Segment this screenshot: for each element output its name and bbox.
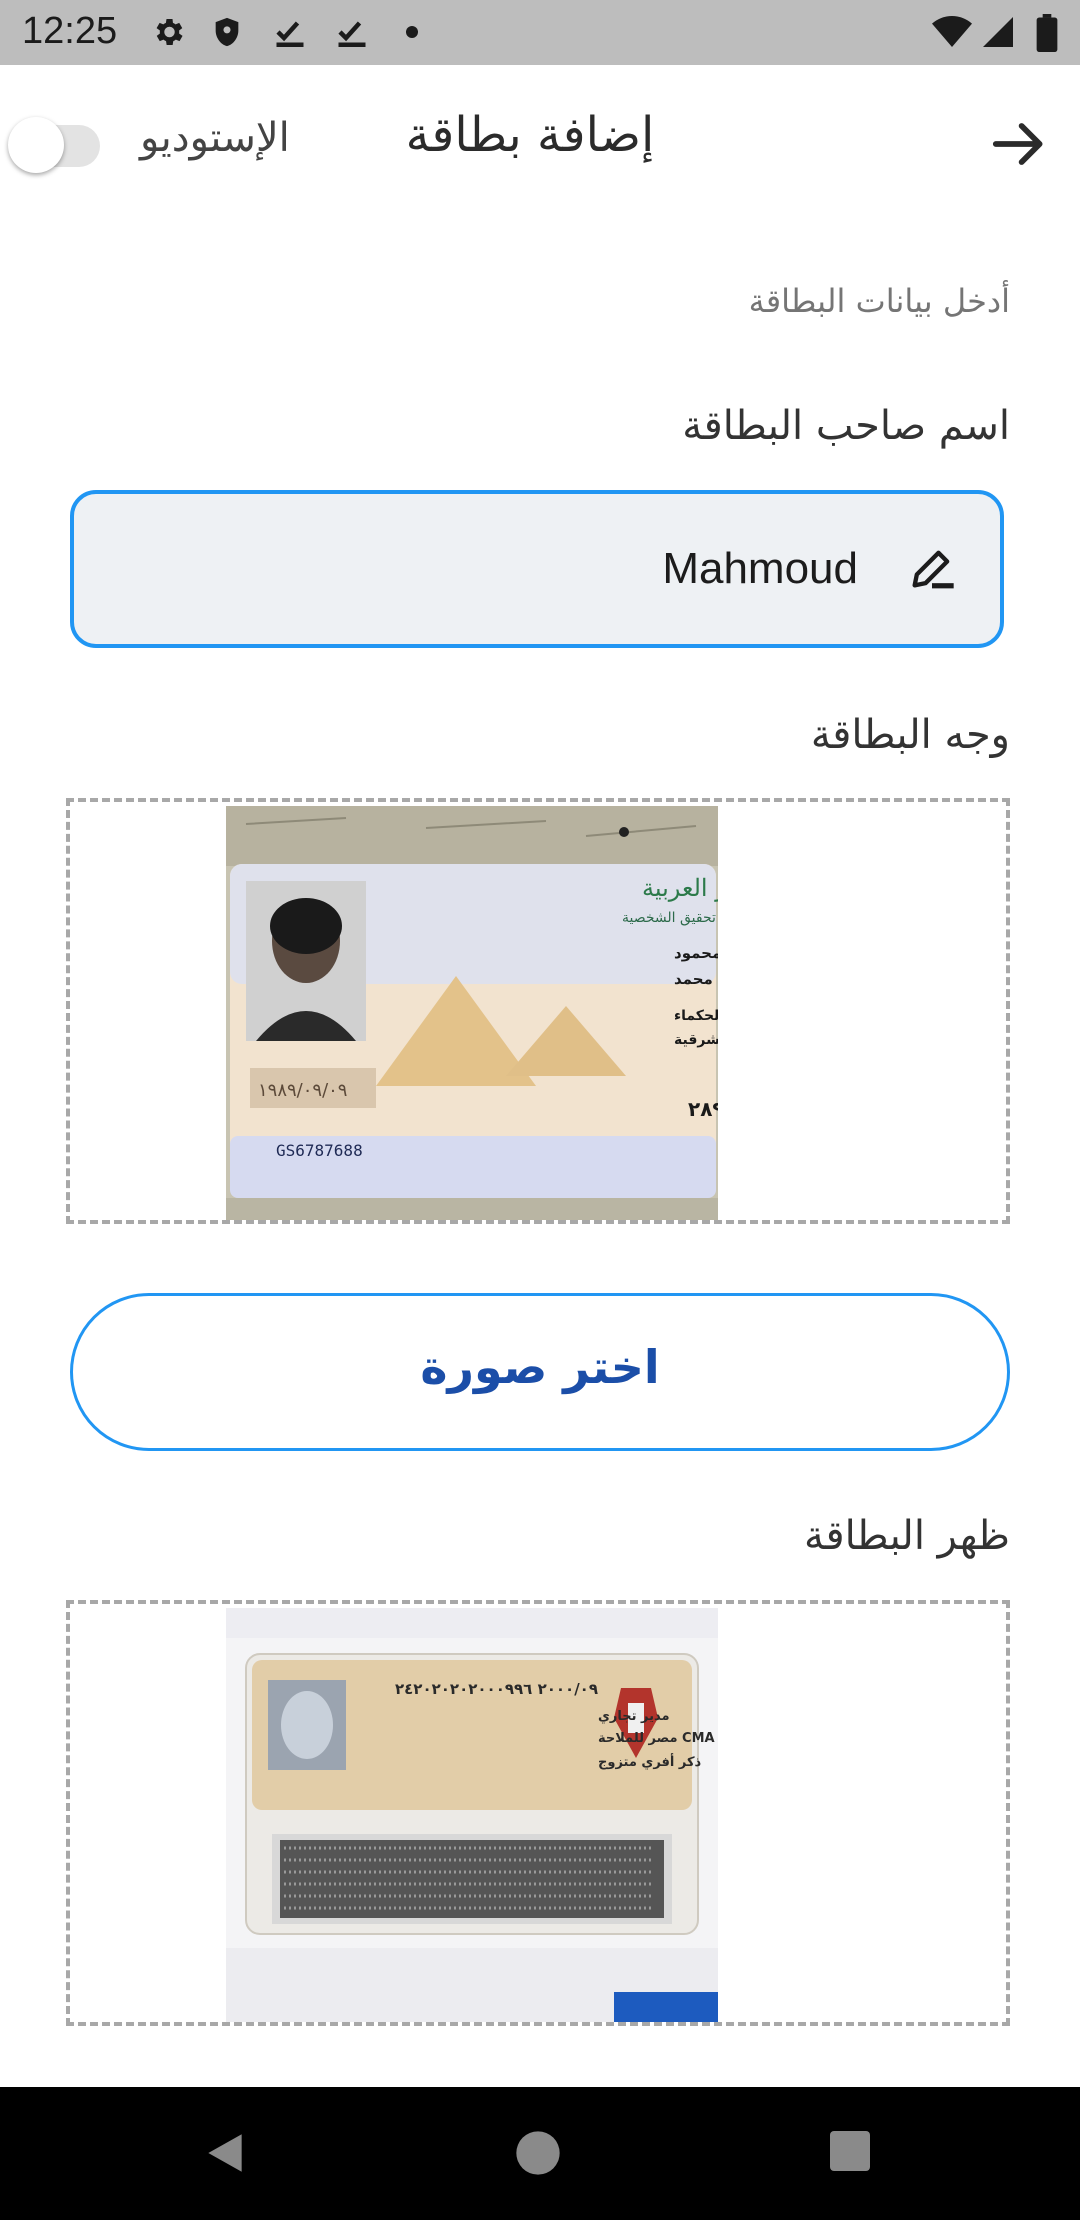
status-time: 12:25 <box>22 10 118 52</box>
back-arrow-icon[interactable] <box>988 113 1050 175</box>
id-back-line-1: مدير تجاري <box>598 1709 670 1724</box>
checklist-icon <box>276 21 304 47</box>
page-title: إضافة بطاقة <box>405 107 655 163</box>
card-back-image: ٢٠٠٠/٠٩ ٢٤٢٠٢٠٢٠٢٠٠٠٩٩٦ مدير تجاري شركة … <box>226 1608 718 2022</box>
id-header-1: جمهورية مصر العربية <box>642 874 718 902</box>
holder-name-label: اسم صاحب البطاقة <box>682 403 1010 449</box>
id-birth-date: ١٩٨٩/٠٩/٠٩ <box>258 1080 347 1101</box>
pick-image-button[interactable]: اختر صورة <box>70 1293 1010 1451</box>
system-nav-bar <box>0 2087 1080 2220</box>
checklist-icon <box>338 21 366 47</box>
card-front-label: وجه البطاقة <box>810 712 1010 758</box>
battery-icon <box>1036 14 1058 52</box>
id-back-numbers: ٢٠٠٠/٠٩ ٢٤٢٠٢٠٢٠٢٠٠٠٩٩٦ <box>395 1680 598 1698</box>
id-number: ٢٨٩٠٩٠٩١٣٠٠٥٩٥ <box>688 1097 718 1121</box>
nav-back-icon[interactable] <box>200 2127 250 2179</box>
id-serial: GS6787688 <box>276 1141 363 1160</box>
pick-image-label: اختر صورة <box>420 1340 660 1394</box>
holder-name-value: Mahmoud <box>662 544 858 593</box>
status-bar: 12:25 <box>0 0 1080 65</box>
nav-home-icon[interactable] <box>512 2127 564 2179</box>
id-back-line-3: ذكر أفري متزوج <box>598 1753 702 1770</box>
toggle-thumb <box>8 117 64 173</box>
form-hint: أدخل بيانات البطاقة <box>748 282 1010 320</box>
holder-name-field[interactable]: Mahmoud <box>70 490 1004 648</box>
nav-recents-icon[interactable] <box>826 2127 874 2175</box>
studio-toggle[interactable] <box>8 117 100 173</box>
edit-pen-icon <box>912 550 954 589</box>
studio-label: الإستوديو <box>140 115 290 161</box>
wifi-icon <box>932 16 972 47</box>
settings-gear-icon <box>156 18 183 46</box>
id-name-2: عصام عبدالعزيز قطب محمد <box>674 970 718 988</box>
signal-icon <box>983 17 1013 47</box>
shield-icon <box>215 17 239 47</box>
id-address-1: ٩ ش عبدالقادر - الحكماء <box>674 1008 718 1024</box>
app-bar: الإستوديو إضافة بطاقة <box>0 65 1080 220</box>
id-address-2: الزقازيق ثان - الشرقية <box>674 1032 718 1048</box>
card-front-image: ١٩٨٩/٠٩/٠٩ جمهورية مصر العربية بطاقة تحق… <box>226 806 718 1220</box>
card-back-label: ظهر البطاقة <box>804 1513 1010 1559</box>
id-header-2: بطاقة تحقيق الشخصية <box>622 910 718 926</box>
notification-dot-icon <box>406 26 418 38</box>
id-back-line-2: شركة CMA مصر للملاحة <box>598 1731 718 1746</box>
id-name-1: محمود <box>674 944 718 962</box>
